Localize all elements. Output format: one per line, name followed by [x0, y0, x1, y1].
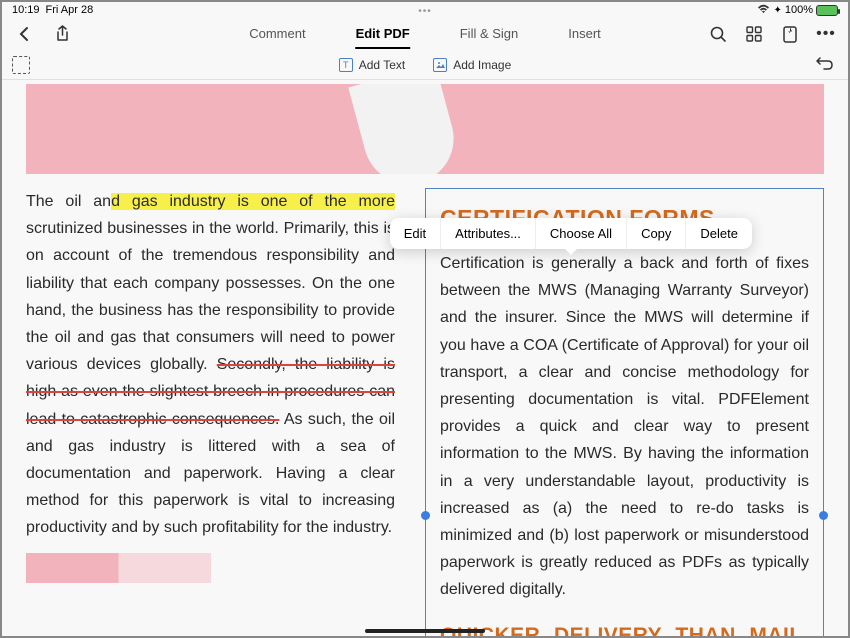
quicker-heading: QUICKER DELIVERY THAN MAIL,: [440, 618, 809, 636]
multitask-dots[interactable]: •••: [418, 6, 432, 17]
left-text-column[interactable]: The oil and gas industry is one of the m…: [26, 188, 395, 636]
home-indicator[interactable]: [365, 629, 485, 633]
right-text-column-selected[interactable]: CERTIFICATION FORMS Certification is gen…: [425, 188, 824, 636]
add-text-label: Add Text: [359, 58, 405, 72]
menu-copy[interactable]: Copy: [627, 218, 686, 249]
text-plain-1: The oil an: [26, 193, 111, 210]
tab-insert[interactable]: Insert: [568, 20, 601, 49]
share-button[interactable]: [52, 24, 72, 44]
menu-attributes[interactable]: Attributes...: [441, 218, 536, 249]
add-image-button[interactable]: Add Image: [433, 58, 511, 72]
text-plain-3: As such, the oil and gas industry is lit…: [26, 411, 395, 537]
grid-icon[interactable]: [744, 24, 764, 44]
status-date: Fri Apr 28: [46, 4, 94, 16]
bookmark-icon[interactable]: [780, 24, 800, 44]
battery-icon: [816, 5, 838, 16]
menu-delete[interactable]: Delete: [686, 218, 752, 249]
menu-edit[interactable]: Edit: [390, 218, 441, 249]
image-icon: [433, 58, 447, 72]
selection-tool[interactable]: [12, 56, 30, 74]
highlighted-text-1: d gas industry is: [111, 193, 261, 210]
highlighted-text-2: one of the more: [261, 193, 395, 210]
bottom-image[interactable]: [26, 553, 211, 583]
wifi-icon: [757, 4, 770, 17]
tab-edit-pdf[interactable]: Edit PDF: [356, 20, 410, 49]
menu-choose-all[interactable]: Choose All: [536, 218, 627, 249]
text-plain-2: scrutinized businesses in the world. Pri…: [26, 220, 395, 373]
certification-body: Certification is generally a back and fo…: [440, 250, 809, 603]
add-text-button[interactable]: T Add Text: [339, 58, 405, 72]
more-icon[interactable]: •••: [816, 24, 836, 44]
context-menu: Edit Attributes... Choose All Copy Delet…: [390, 218, 752, 249]
tab-comment[interactable]: Comment: [249, 20, 305, 49]
search-icon[interactable]: [708, 24, 728, 44]
add-image-label: Add Image: [453, 58, 511, 72]
back-button[interactable]: [14, 24, 34, 44]
text-icon: T: [339, 58, 353, 72]
undo-button[interactable]: [816, 55, 834, 74]
battery-text: 100%: [785, 4, 813, 16]
status-time: 10:19: [12, 4, 40, 16]
bluetooth-icon: ✦: [773, 5, 781, 16]
tab-fill-sign[interactable]: Fill & Sign: [460, 20, 519, 49]
hero-image[interactable]: [26, 84, 824, 174]
